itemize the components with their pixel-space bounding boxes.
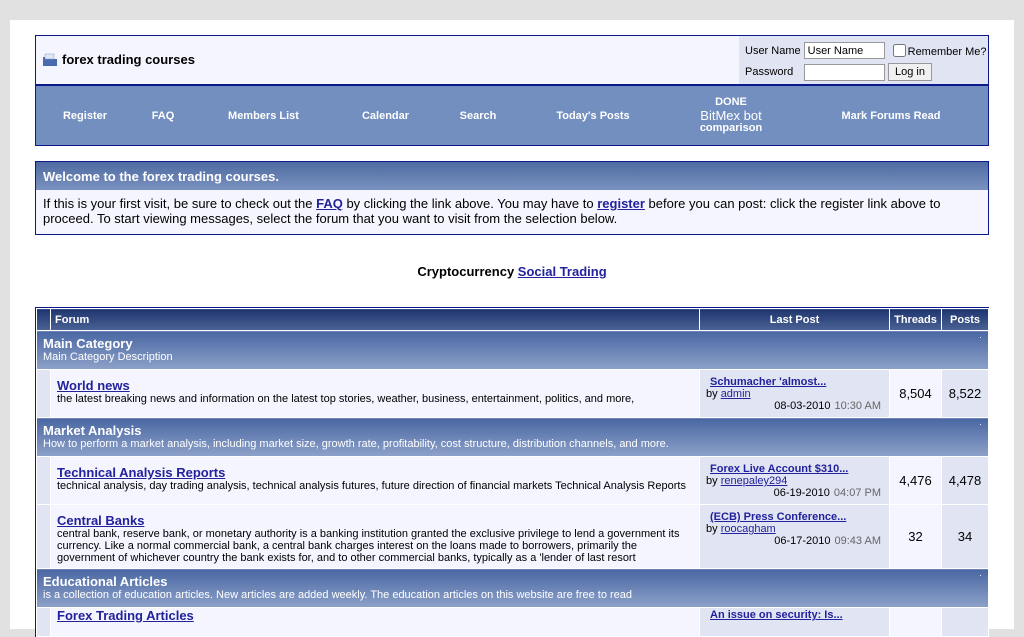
- last-post-link[interactable]: (ECB) Press Conference...: [710, 511, 846, 523]
- post-count: 8,522: [941, 369, 989, 418]
- nav-todays-posts[interactable]: Today's Posts: [520, 110, 666, 122]
- last-post-link[interactable]: Forex Live Account $310...: [710, 463, 848, 475]
- site-header: forex trading courses User Name Remember…: [35, 35, 989, 85]
- forum-link[interactable]: Central Banks: [57, 513, 144, 528]
- username-input[interactable]: [803, 42, 885, 59]
- forum-column-header: Forum: [50, 308, 700, 331]
- site-title: forex trading courses: [42, 52, 195, 67]
- last-post-user-link[interactable]: roocagham: [721, 523, 776, 535]
- register-link[interactable]: register: [597, 196, 645, 211]
- forum-status-icon: [36, 607, 51, 637]
- icon-column-header: [36, 308, 51, 331]
- category-row[interactable]: Main Category Main Category Description ·: [36, 330, 989, 370]
- forum-row: Technical Analysis Reports technical anal…: [36, 456, 989, 505]
- forum-link[interactable]: Technical Analysis Reports: [57, 465, 225, 480]
- nav-bitmex-bot[interactable]: DONE BitMex bot comparison: [666, 96, 796, 135]
- category-name[interactable]: Market Analysis: [43, 423, 982, 438]
- forum-description: technical analysis, day trading analysis…: [57, 480, 686, 492]
- collapse-icon[interactable]: ·: [979, 570, 982, 580]
- last-post-link[interactable]: An issue on security: Is...: [710, 609, 843, 621]
- forum-folder-icon: [43, 53, 57, 66]
- page: forex trading courses User Name Remember…: [10, 20, 1014, 637]
- category-name[interactable]: Educational Articles: [43, 574, 982, 589]
- collapse-icon[interactable]: ·: [979, 332, 982, 342]
- forum-status-icon: [36, 456, 51, 505]
- crypto-banner: Cryptocurrency Social Trading: [417, 264, 607, 279]
- forum-link[interactable]: World news: [57, 378, 130, 393]
- password-input[interactable]: [804, 63, 885, 81]
- nav-mark-forums-read[interactable]: Mark Forums Read: [796, 110, 986, 122]
- welcome-text: If this is your first visit, be sure to …: [43, 196, 941, 226]
- welcome-box: Welcome to the forex trading courses. If…: [35, 161, 989, 235]
- thread-count: 32: [889, 504, 942, 569]
- nav-register[interactable]: Register: [36, 110, 134, 122]
- category-description: How to perform a market analysis, includ…: [43, 438, 669, 450]
- category-row[interactable]: Educational Articles is a collection of e…: [36, 568, 989, 608]
- post-count: [941, 607, 989, 637]
- thread-count: 4,476: [889, 456, 942, 505]
- forum-status-icon: [36, 504, 51, 569]
- category-name[interactable]: Main Category: [43, 336, 982, 351]
- post-count: 4,478: [941, 456, 989, 505]
- faq-link[interactable]: FAQ: [316, 196, 343, 211]
- nav-members-list[interactable]: Members List: [192, 110, 335, 122]
- nav-faq[interactable]: FAQ: [134, 110, 192, 122]
- category-row[interactable]: Market Analysis How to perform a market a…: [36, 417, 989, 457]
- post-count: 34: [941, 504, 989, 569]
- forum-table: Forum Last Post Threads Posts Main Categ…: [35, 307, 989, 637]
- forum-description: the latest breaking news and information…: [57, 393, 635, 405]
- category-description: Main Category Description: [43, 351, 173, 363]
- forum-description: central bank, reserve bank, or monetary …: [57, 528, 680, 564]
- welcome-title: Welcome to the forex trading courses.: [36, 162, 988, 190]
- forum-link[interactable]: Forex Trading Articles: [57, 608, 194, 623]
- forum-row: Central Banks central bank, reserve bank,…: [36, 504, 989, 569]
- posts-column-header: Posts: [941, 308, 989, 331]
- collapse-icon[interactable]: ·: [979, 419, 982, 429]
- last-post-column-header: Last Post: [699, 308, 890, 331]
- thread-count: [889, 607, 942, 637]
- forum-row: World news the latest breaking news and i…: [36, 369, 989, 418]
- last-post-link[interactable]: Schumacher 'almost...: [710, 376, 826, 388]
- login-form: User Name Remember Me? Password Log in: [739, 36, 988, 84]
- social-trading-link[interactable]: Social Trading: [518, 264, 607, 279]
- nav-calendar[interactable]: Calendar: [335, 110, 436, 122]
- nav-bar: Register FAQ Members List Calendar Searc…: [35, 85, 989, 146]
- category-description: is a collection of education articles. N…: [43, 589, 633, 601]
- login-button[interactable]: Log in: [888, 63, 932, 81]
- last-post-user-link[interactable]: renepaley294: [721, 475, 788, 487]
- remember-me-checkbox[interactable]: [892, 44, 906, 57]
- last-post-user-link[interactable]: admin: [721, 388, 751, 400]
- thread-count: 8,504: [889, 369, 942, 418]
- threads-column-header: Threads: [889, 308, 942, 331]
- forum-status-icon: [36, 369, 51, 418]
- forum-row: Forex Trading Articles An issue on secur…: [36, 607, 989, 637]
- nav-search[interactable]: Search: [436, 110, 520, 122]
